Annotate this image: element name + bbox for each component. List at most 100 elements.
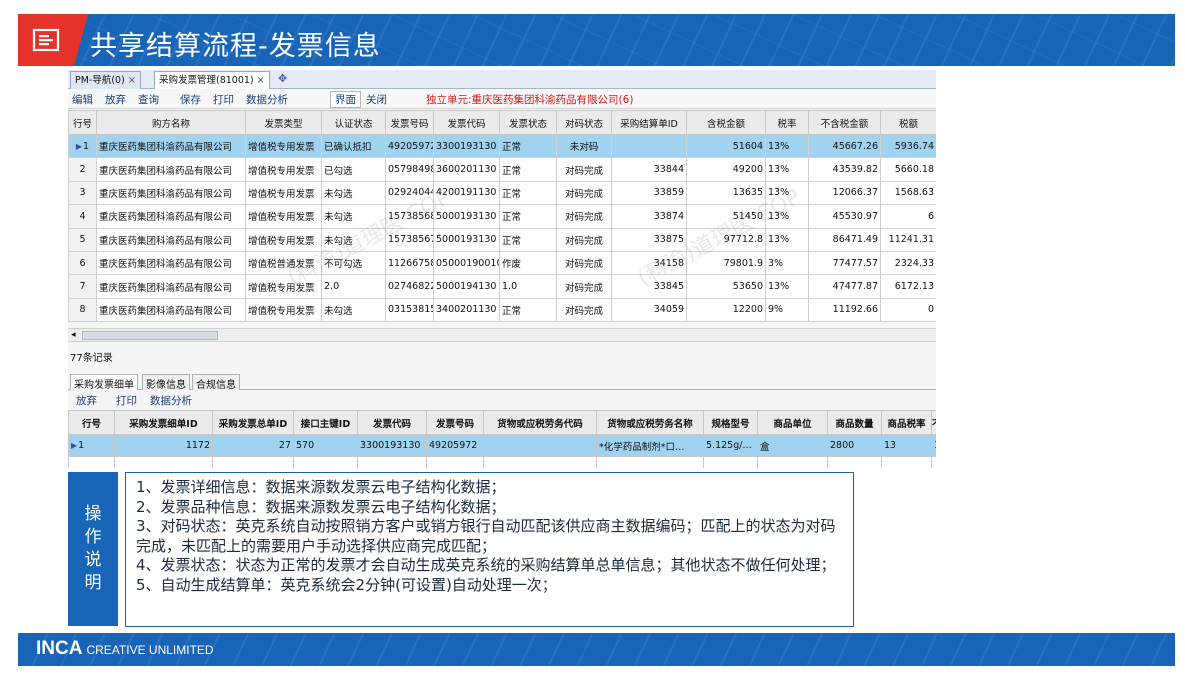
table-cell[interactable]: 49205972: [385, 133, 434, 159]
table-cell[interactable]: 15738568: [385, 204, 434, 229]
table-cell[interactable]: 47477.87: [808, 274, 881, 299]
table-cell[interactable]: 02746822: [385, 274, 434, 299]
column-header[interactable]: 规格型号: [703, 410, 758, 435]
table-cell[interactable]: 1172: [114, 434, 213, 457]
column-header[interactable]: 采购发票总单ID: [212, 410, 294, 435]
tab-image-info[interactable]: 影像信息: [142, 374, 190, 391]
table-cell[interactable]: 对码完成: [556, 180, 612, 206]
row-number[interactable]: 2: [68, 157, 97, 182]
table-cell[interactable]: 0: [880, 297, 936, 323]
row-number[interactable]: 4: [68, 204, 97, 229]
table-cell[interactable]: 3300193130: [433, 133, 500, 159]
table-cell[interactable]: 对码完成: [556, 157, 612, 182]
column-header[interactable]: 发票号码: [385, 110, 434, 135]
table-cell[interactable]: 12066.37: [808, 180, 881, 206]
column-header[interactable]: 采购结算单ID: [611, 110, 687, 135]
table-cell[interactable]: 33845: [611, 274, 687, 299]
tab-compliance-info[interactable]: 合规信息: [192, 374, 240, 391]
table-cell[interactable]: 重庆医药集团科渝药品有限公司: [96, 157, 246, 182]
table-cell[interactable]: 不可勾选: [321, 250, 386, 276]
table-cell[interactable]: 77477.57: [808, 250, 881, 276]
column-header[interactable]: 采购发票细单ID: [114, 410, 213, 435]
table-cell[interactable]: 增值税普通发票: [245, 250, 322, 276]
table-cell[interactable]: 1: [931, 434, 936, 457]
table-cell[interactable]: 11241.31: [880, 227, 936, 252]
table-cell[interactable]: [483, 434, 597, 457]
print-button[interactable]: 打印: [213, 92, 234, 107]
row-number[interactable]: ▶1: [68, 434, 115, 457]
column-header[interactable]: 认证状态: [321, 110, 386, 135]
table-cell[interactable]: 13%: [765, 180, 809, 206]
table-cell[interactable]: 正常: [499, 297, 557, 323]
column-header[interactable]: 行号: [68, 110, 97, 135]
table-cell[interactable]: [611, 133, 687, 159]
table-cell[interactable]: 12200: [686, 297, 766, 323]
close-icon[interactable]: ×: [128, 75, 136, 86]
column-header[interactable]: 接口主键ID: [293, 410, 358, 435]
table-cell[interactable]: 1568.63: [880, 180, 936, 206]
table-row[interactable]: 4 重庆医药集团科渝药品有限公司 增值税专用发票 未勾选 15738568 5000193…: [68, 204, 936, 229]
tab-pm-nav[interactable]: PM-导航(0) ×: [70, 71, 141, 89]
data-analysis-button[interactable]: 数据分析: [246, 92, 288, 107]
table-row[interactable]: 2 重庆医药集团科渝药品有限公司 增值税专用发票 已勾选 05798498 3600201…: [68, 157, 936, 182]
table-cell[interactable]: 34158: [611, 250, 687, 276]
table-cell[interactable]: 43539.82: [808, 157, 881, 182]
table-cell[interactable]: 51604: [686, 133, 766, 159]
table-cell[interactable]: 对码完成: [556, 297, 612, 323]
table-cell[interactable]: 正常: [499, 157, 557, 182]
table-cell[interactable]: 已勾选: [321, 157, 386, 182]
save-button[interactable]: 保存: [180, 92, 201, 107]
table-cell[interactable]: 正常: [499, 227, 557, 252]
row-number[interactable]: ▶1: [68, 133, 97, 159]
table-cell[interactable]: 重庆医药集团科渝药品有限公司: [96, 274, 246, 299]
table-cell[interactable]: *化学药品制剂*口…: [596, 434, 704, 457]
row-number[interactable]: 8: [68, 297, 97, 323]
table-cell[interactable]: 13: [881, 434, 932, 457]
table-cell[interactable]: 2.0: [321, 274, 386, 299]
print-button[interactable]: 打印: [116, 393, 137, 408]
table-cell[interactable]: 13%: [765, 274, 809, 299]
table-cell[interactable]: 1.0: [499, 274, 557, 299]
column-header[interactable]: 购方名称: [96, 110, 246, 135]
table-cell[interactable]: 对码完成: [556, 227, 612, 252]
table-cell[interactable]: 增值税专用发票: [245, 133, 322, 159]
column-header[interactable]: 货物或应税劳务代码: [483, 410, 597, 435]
table-cell[interactable]: 增值税专用发票: [245, 157, 322, 182]
table-cell[interactable]: 3400201130: [433, 297, 500, 323]
table-cell[interactable]: 570: [293, 434, 358, 457]
table-cell[interactable]: 未勾选: [321, 227, 386, 252]
table-cell[interactable]: 5.125g/…: [703, 434, 758, 457]
table-cell[interactable]: 53650: [686, 274, 766, 299]
table-cell[interactable]: 3600201130: [433, 157, 500, 182]
table-cell[interactable]: 增值税专用发票: [245, 297, 322, 323]
table-row[interactable]: ▶1 1172 27 570 3300193130 49205972 *化学药品制剂*口… 5…: [68, 434, 936, 457]
column-header[interactable]: 行号: [68, 410, 115, 435]
table-cell[interactable]: 6: [880, 204, 936, 229]
table-cell[interactable]: 27: [212, 434, 294, 457]
table-cell[interactable]: 11192.66: [808, 297, 881, 323]
table-cell[interactable]: 对码完成: [556, 274, 612, 299]
table-cell[interactable]: 5000194130: [433, 274, 500, 299]
table-cell[interactable]: 79801.9: [686, 250, 766, 276]
table-cell[interactable]: 重庆医药集团科渝药品有限公司: [96, 204, 246, 229]
table-cell[interactable]: 作废: [499, 250, 557, 276]
table-cell[interactable]: 49205972: [426, 434, 484, 457]
table-cell[interactable]: 86471.49: [808, 227, 881, 252]
table-cell[interactable]: 重庆医药集团科渝药品有限公司: [96, 227, 246, 252]
table-cell[interactable]: 增值税专用发票: [245, 204, 322, 229]
table-row[interactable]: 3 重庆医药集团科渝药品有限公司 增值税专用发票 未勾选 02924044 4200191…: [68, 180, 936, 206]
view-interface-button[interactable]: 界面: [330, 91, 361, 108]
table-cell[interactable]: 增值税专用发票: [245, 227, 322, 252]
table-row[interactable]: 7 重庆医药集团科渝药品有限公司 增值税专用发票 2.0 02746822 5000194…: [68, 274, 936, 299]
table-cell[interactable]: 6172.13: [880, 274, 936, 299]
table-cell[interactable]: 5000193130: [433, 204, 500, 229]
table-cell[interactable]: 49200: [686, 157, 766, 182]
table-row[interactable]: 8 重庆医药集团科渝药品有限公司 增值税专用发票 未勾选 03153815 3400201…: [68, 297, 936, 323]
discard-button[interactable]: 放弃: [105, 92, 126, 107]
column-header[interactable]: 商品数量: [827, 410, 882, 435]
view-close-button[interactable]: 关闭: [366, 92, 387, 107]
table-cell[interactable]: 2800: [827, 434, 882, 457]
table-cell[interactable]: 5000193130: [433, 227, 500, 252]
column-header[interactable]: 发票代码: [433, 110, 500, 135]
table-cell[interactable]: 13%: [765, 204, 809, 229]
